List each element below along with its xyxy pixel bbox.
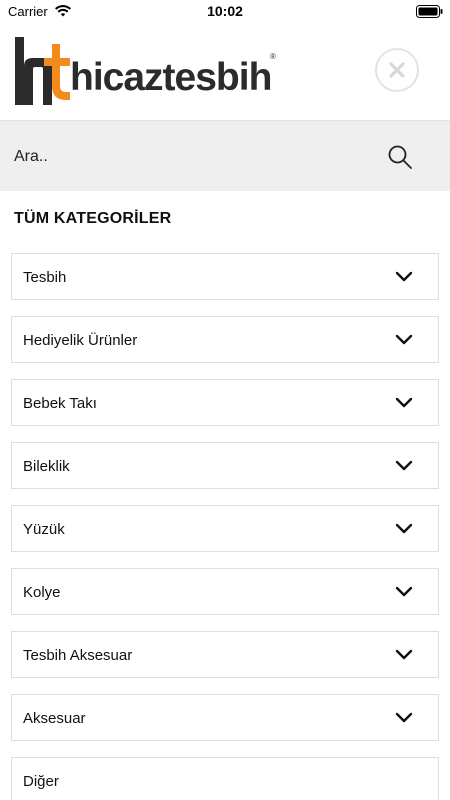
close-icon <box>389 62 405 78</box>
category-label: Hediyelik Ürünler <box>23 332 138 349</box>
registered-mark: ® <box>270 52 276 61</box>
chevron-down-icon[interactable] <box>395 523 413 535</box>
chevron-down-icon[interactable] <box>395 271 413 283</box>
category-item-hediyelik-urunler[interactable]: Hediyelik Ürünler <box>11 316 439 363</box>
category-label: Yüzük <box>23 521 65 538</box>
search-input[interactable] <box>14 121 374 192</box>
search-icon[interactable] <box>386 143 414 171</box>
category-label: Bebek Takı <box>23 395 97 412</box>
chevron-down-icon[interactable] <box>395 586 413 598</box>
chevron-down-icon[interactable] <box>395 460 413 472</box>
battery-icon <box>416 5 443 18</box>
category-label: Diğer <box>23 773 59 790</box>
brand-logo[interactable]: hicaztesbih ® <box>14 34 284 108</box>
category-label: Kolye <box>23 584 61 601</box>
app-header: hicaztesbih ® <box>0 24 450 120</box>
category-label: Tesbih <box>23 269 67 286</box>
close-button[interactable] <box>375 48 419 92</box>
category-list: Tesbih Hediyelik Ürünler Bebek Takı Bile… <box>11 253 439 800</box>
chevron-down-icon[interactable] <box>395 712 413 724</box>
category-item-aksesuar[interactable]: Aksesuar <box>11 694 439 741</box>
category-item-diger[interactable]: Diğer <box>11 757 439 800</box>
category-item-bebek-taki[interactable]: Bebek Takı <box>11 379 439 426</box>
logo-mark-icon <box>15 37 70 105</box>
chevron-down-icon[interactable] <box>395 397 413 409</box>
status-bar: Carrier 10:02 <box>0 0 450 24</box>
logo-wordmark: hicaztesbih <box>70 56 272 99</box>
category-item-tesbih[interactable]: Tesbih <box>11 253 439 300</box>
category-label: Tesbih Aksesuar <box>23 647 133 664</box>
category-item-tesbih-aksesuar[interactable]: Tesbih Aksesuar <box>11 631 439 678</box>
chevron-down-icon[interactable] <box>395 334 413 346</box>
search-bar <box>0 120 450 192</box>
categories-title: TÜM KATEGORİLER <box>14 210 172 227</box>
status-time: 10:02 <box>207 3 243 19</box>
category-item-bileklik[interactable]: Bileklik <box>11 442 439 489</box>
category-item-yuzuk[interactable]: Yüzük <box>11 505 439 552</box>
category-item-kolye[interactable]: Kolye <box>11 568 439 615</box>
category-label: Aksesuar <box>23 710 86 727</box>
category-label: Bileklik <box>23 458 70 475</box>
chevron-down-icon[interactable] <box>395 649 413 661</box>
